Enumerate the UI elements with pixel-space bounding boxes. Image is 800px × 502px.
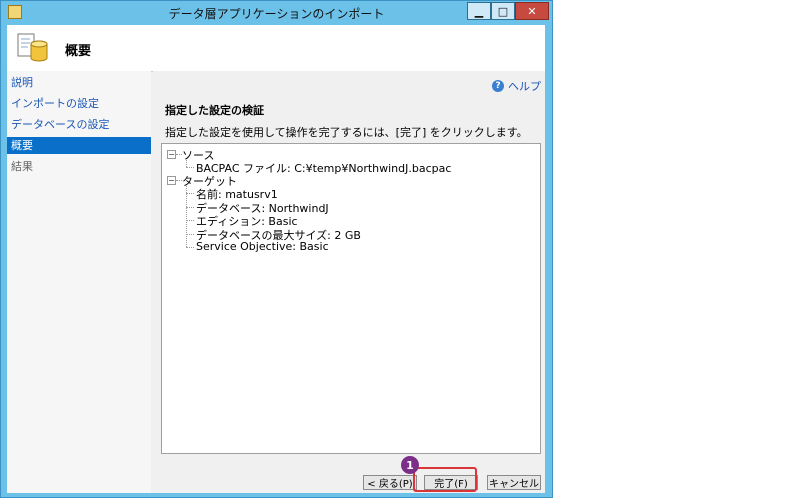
page-header: 概要 <box>7 25 545 72</box>
summary-tree[interactable]: − ソース BACPAC ファイル: C:¥temp¥NorthwindJ.ba… <box>161 143 541 454</box>
step-badge: 1 <box>401 456 419 474</box>
section-description: 指定した設定を使用して操作を完了するには、[完了] をクリックします。 <box>165 126 528 139</box>
tree-connector <box>186 167 194 168</box>
minimize-icon: ▁ <box>474 4 484 18</box>
page-title: 概要 <box>65 44 92 59</box>
database-summary-icon <box>17 33 48 62</box>
tree-connector <box>186 247 194 248</box>
help-link[interactable]: ? ヘルプ <box>492 78 541 94</box>
collapse-target-icon[interactable]: − <box>167 176 176 185</box>
nav-item-database-settings[interactable]: データベースの設定 <box>7 116 151 133</box>
cancel-button[interactable]: キャンセル <box>487 475 541 490</box>
tree-connector <box>186 234 194 235</box>
finish-highlight-box <box>413 467 477 492</box>
close-icon: ✕ <box>527 4 537 18</box>
tree-connector <box>186 186 187 247</box>
title-bar[interactable]: データ層アプリケーションのインポート ▁ □ ✕ <box>1 1 552 25</box>
main-panel: ? ヘルプ 指定した設定の検証 指定した設定を使用して操作を完了するには、[完了… <box>153 71 545 493</box>
dialog-window: データ層アプリケーションのインポート ▁ □ ✕ 概要 説明 インポートの設定 … <box>0 0 553 498</box>
button-bar: < 戻る(P) 完了(F) キャンセル <box>153 468 545 493</box>
nav-item-results: 結果 <box>11 160 33 173</box>
back-button[interactable]: < 戻る(P) <box>363 475 417 490</box>
tree-leaf-service-objective[interactable]: Service Objective: Basic <box>196 240 329 253</box>
tree-connector <box>186 207 194 208</box>
nav-item-import-settings[interactable]: インポートの設定 <box>7 95 151 112</box>
dialog-client-area: 概要 説明 インポートの設定 データベースの設定 概要 結果 ? ヘルプ 指定し… <box>7 25 545 493</box>
help-icon: ? <box>492 80 504 92</box>
maximize-button[interactable]: □ <box>491 2 515 20</box>
help-label: ヘルプ <box>508 80 541 93</box>
tree-connector <box>186 220 194 221</box>
minimize-button[interactable]: ▁ <box>467 2 491 20</box>
tree-connector <box>186 160 187 167</box>
nav-item-description[interactable]: 説明 <box>7 74 151 91</box>
collapse-source-icon[interactable]: − <box>167 150 176 159</box>
maximize-icon: □ <box>497 4 509 18</box>
close-button[interactable]: ✕ <box>515 2 549 20</box>
nav-item-summary[interactable]: 概要 <box>7 137 151 154</box>
section-title: 指定した設定の検証 <box>165 104 264 117</box>
wizard-nav: 説明 インポートの設定 データベースの設定 概要 結果 <box>7 71 151 493</box>
tree-connector <box>186 193 194 194</box>
